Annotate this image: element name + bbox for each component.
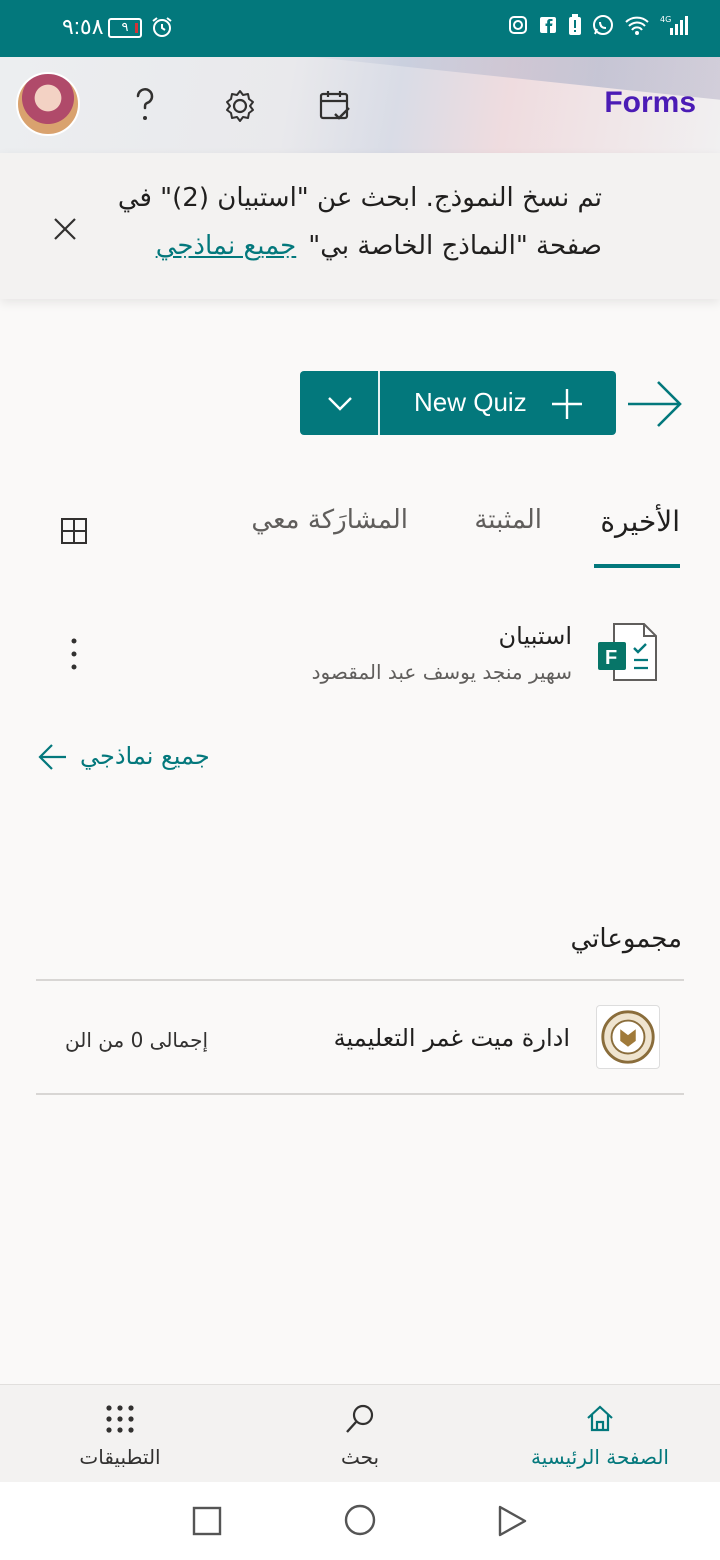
groups-heading: مجموعاتي xyxy=(570,924,682,954)
all-my-forms-notice-link[interactable]: جميع نماذجي xyxy=(156,231,297,261)
forms-file-icon: F xyxy=(598,623,657,681)
notification-line-2-text: صفحة "النماذج الخاصة بي" xyxy=(308,231,602,261)
home-icon xyxy=(587,1405,613,1432)
status-bar: ٩:٥٨ ٩ 4G xyxy=(0,0,720,57)
notification-line-1: تم نسخ النموذج. ابحث عن "استبيان (2)" في xyxy=(117,183,602,213)
divider xyxy=(36,1093,684,1095)
facebook-icon xyxy=(540,17,556,33)
svg-text:4G: 4G xyxy=(660,15,671,24)
tab-shared-with-me[interactable]: المشارَكة معي xyxy=(251,505,408,535)
nav-apps[interactable]: التطبيقات xyxy=(20,1385,220,1483)
battery-alert-icon xyxy=(569,14,581,35)
new-dropdown-button[interactable] xyxy=(300,371,380,435)
search-icon xyxy=(346,1404,374,1433)
whatsapp-icon xyxy=(593,15,613,35)
close-icon[interactable] xyxy=(52,216,78,242)
recent-apps-icon[interactable] xyxy=(192,1506,222,1536)
tab-recent[interactable]: الأخيرة xyxy=(600,505,680,538)
group-name[interactable]: ادارة ميت غمر التعليمية xyxy=(334,1024,570,1052)
more-options-icon[interactable] xyxy=(66,636,82,672)
avatar[interactable] xyxy=(16,72,80,136)
apps-grid-icon xyxy=(106,1405,134,1433)
svg-text:F: F xyxy=(605,647,617,669)
tab-active-indicator xyxy=(594,564,680,568)
instagram-icon xyxy=(509,16,527,34)
notification-line-2: صفحة "النماذج الخاصة بي" جميع نماذجي xyxy=(156,231,602,261)
calendar-check-icon[interactable] xyxy=(318,88,354,124)
tab-pinned[interactable]: المثبتة xyxy=(474,505,542,535)
nav-home-label: الصفحة الرئيسية xyxy=(531,1445,669,1469)
arrow-left-icon[interactable] xyxy=(36,742,68,772)
help-icon[interactable] xyxy=(130,86,160,126)
chevron-down-icon xyxy=(328,397,352,411)
alarm-icon xyxy=(152,17,172,37)
bottom-navigation: الصفحة الرئيسية بحث التطبيقات xyxy=(0,1384,720,1482)
gear-icon[interactable] xyxy=(222,88,258,124)
home-circle-icon[interactable] xyxy=(344,1504,376,1536)
status-time: ٩:٥٨ xyxy=(62,14,104,39)
all-my-forms-link[interactable]: جميع نماذجي xyxy=(80,742,210,770)
form-title[interactable]: استبيان xyxy=(499,622,572,650)
nav-home[interactable]: الصفحة الرئيسية xyxy=(500,1385,700,1483)
back-triangle-icon[interactable] xyxy=(496,1504,528,1538)
arrow-right-icon[interactable] xyxy=(624,378,686,430)
signal-icon: 4G xyxy=(660,15,688,35)
form-owner: سهير منجد يوسف عبد المقصود xyxy=(311,660,572,684)
nav-apps-label: التطبيقات xyxy=(79,1445,161,1469)
app-title: Forms xyxy=(604,86,696,119)
copy-notification: تم نسخ النموذج. ابحث عن "استبيان (2)" في… xyxy=(0,153,720,299)
grid-view-icon[interactable] xyxy=(60,517,88,545)
divider xyxy=(36,979,684,981)
new-quiz-label: New Quiz xyxy=(414,387,527,417)
new-quiz-button[interactable]: New Quiz xyxy=(300,371,616,435)
nav-search[interactable]: بحث xyxy=(260,1385,460,1483)
plus-icon xyxy=(552,389,582,419)
group-logo-icon xyxy=(596,1005,660,1069)
nav-search-label: بحث xyxy=(340,1445,380,1469)
wifi-icon xyxy=(625,16,649,35)
battery-icon: ٩ xyxy=(108,18,142,38)
group-total: إجمالى 0 من الن xyxy=(65,1028,208,1052)
